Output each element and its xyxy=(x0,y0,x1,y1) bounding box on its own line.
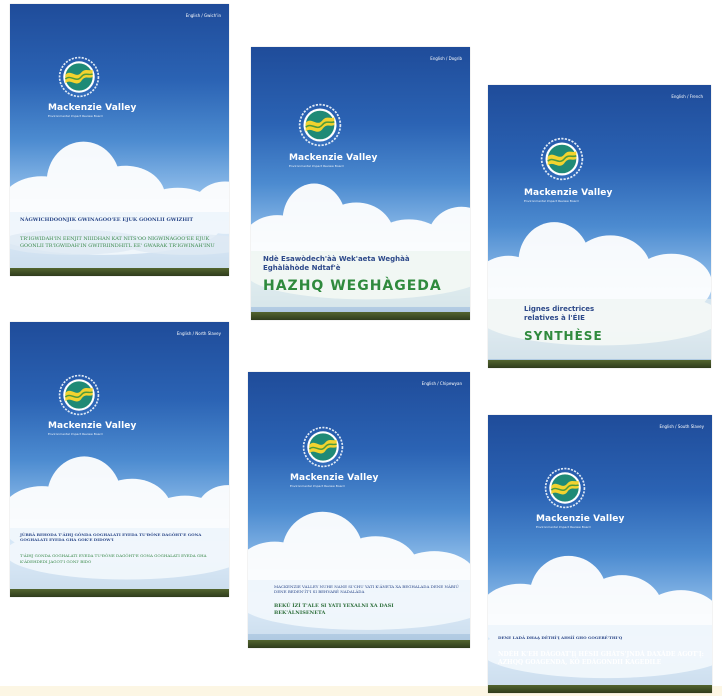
cover-title: MACKENZIE VALLEY NUHE NANE SI'CHU YATI K… xyxy=(274,584,459,594)
cover-french[interactable]: English / French Mackenzie Valley Enviro… xyxy=(488,85,711,368)
cover-subtitle: BEKÚ ÍZÍ T'ALE SI YATI YEXALNI XA DASI B… xyxy=(274,603,394,616)
cover-subtitle: TR'IGWIDAH'IN EENJIT NIIIDHAN KAT NITS'O… xyxy=(20,236,215,249)
ground-strip xyxy=(248,640,470,648)
mackenzie-valley-logo-icon xyxy=(540,137,584,181)
cover-title: Lignes directrices relatives à l'ÉIE xyxy=(524,305,595,322)
brand-name: Mackenzie Valley xyxy=(48,103,137,113)
mackenzie-valley-logo-icon xyxy=(58,56,100,98)
brand-tagline: Environmental Impact Review Board xyxy=(48,432,103,436)
cover-subtitle: SYNTHÈSE xyxy=(524,329,603,343)
brand-tagline: Environmental Impact Review Board xyxy=(290,484,345,488)
mackenzie-valley-logo-icon xyxy=(58,374,100,416)
brand-name: Mackenzie Valley xyxy=(48,421,137,431)
cover-subtitle: NDÉH K'EH DÁGOAT'Įį HÉSII GHÁTS'JNDÁ DAX… xyxy=(498,651,704,666)
cover-subtitle: HAZHQ WEGHÀGEDA xyxy=(263,278,442,294)
cover-language-label: English / French xyxy=(671,94,703,99)
cover-south-slavey[interactable]: English / South Slavey Mackenzie Valley … xyxy=(488,415,712,693)
cover-language-label: English / Chipewyan xyxy=(421,381,462,386)
ground-strip xyxy=(10,268,229,276)
cover-title: Ndè Esawòdech'àà Wek'aeta Weghàà Eghàlàh… xyxy=(263,255,410,272)
mackenzie-valley-logo-icon xyxy=(302,426,344,468)
cover-chipewyan[interactable]: English / Chipewyan Mackenzie Valley Env… xyxy=(248,372,470,648)
cover-subtitle: T'ÁIHJ GONDA GOGHALATI EYEDA TU'ÐÓNE DAG… xyxy=(20,553,207,564)
ground-strip xyxy=(488,360,711,368)
brand-tagline: Environmental Impact Review Board xyxy=(48,114,103,118)
brand-name: Mackenzie Valley xyxy=(536,514,625,524)
brand-name: Mackenzie Valley xyxy=(524,188,613,198)
cover-language-label: English / Gwich'in xyxy=(185,13,221,18)
cover-title: DENE LADÁ DHAĄ DÉTHÍ'Į AHSÍÍ GHO GOGERÉ'… xyxy=(498,635,623,640)
ground-strip xyxy=(251,312,470,320)
cover-language-label: English / North Slavey xyxy=(176,331,221,336)
cover-dogrib[interactable]: English / Dogrib Mackenzie Valley Enviro… xyxy=(251,47,470,320)
cover-title: NÀGWICHDOONJIK GWINAGOO'EE EJUK GOONLII … xyxy=(20,217,194,223)
brand-tagline: Environmental Impact Review Board xyxy=(536,525,591,529)
brand-tagline: Environmental Impact Review Board xyxy=(524,199,579,203)
mackenzie-valley-logo-icon xyxy=(298,103,342,147)
brand-name: Mackenzie Valley xyxy=(289,153,378,163)
mackenzie-valley-logo-icon xyxy=(544,467,586,509)
cover-gwichin[interactable]: English / Gwich'in Mackenzie Valley Envi… xyxy=(10,4,229,276)
cover-language-label: English / South Slavey xyxy=(659,424,704,429)
brand-name: Mackenzie Valley xyxy=(290,473,379,483)
ground-strip xyxy=(488,685,712,693)
cover-language-label: English / Dogrib xyxy=(430,56,462,61)
ground-strip xyxy=(10,589,229,597)
cover-title: JÚBRÁ BEHODA T'ÁIHJ GÓNDA GOGHALATI EYED… xyxy=(20,532,202,542)
brand-tagline: Environmental Impact Review Board xyxy=(289,164,344,168)
cover-north-slavey[interactable]: English / North Slavey Mackenzie Valley … xyxy=(10,322,229,597)
